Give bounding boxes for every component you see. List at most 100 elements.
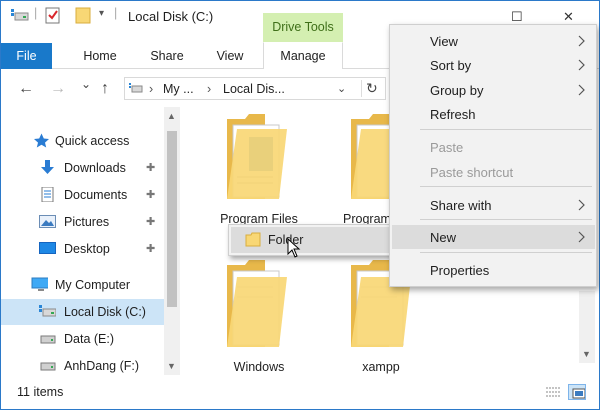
nav-label: Local Disk (C:) (64, 305, 146, 319)
refresh-icon[interactable]: ↻ (361, 80, 378, 97)
chevron-right-icon (578, 35, 585, 47)
menu-item-label: Refresh (430, 107, 476, 122)
local-disk-icon (39, 305, 56, 317)
chevron-right-icon (578, 84, 585, 96)
menu-item-label: New (430, 230, 457, 245)
nav-item-anhdang-f[interactable]: AnhDang (F:) (1, 353, 164, 379)
menu-item-paste-shortcut[interactable]: Paste shortcut (392, 160, 595, 184)
chevron-right-icon (578, 199, 585, 211)
scroll-up-icon[interactable]: ▲ (167, 111, 176, 121)
folder-item[interactable]: Windows (207, 257, 347, 377)
star-icon (34, 133, 49, 148)
scroll-down-icon[interactable]: ▼ (167, 361, 176, 371)
up-arrow-icon[interactable]: ↑ (101, 80, 109, 98)
nav-item-my-computer[interactable]: My Computer (1, 272, 164, 298)
nav-label: My Computer (55, 278, 131, 292)
documents-icon (41, 187, 54, 202)
qat-dropdown-icon[interactable]: ▾ (99, 8, 104, 19)
breadcrumb-my-computer[interactable]: My ... (163, 82, 194, 96)
nav-item-documents[interactable]: Documents ✚ (1, 182, 164, 208)
tab-manage[interactable]: Manage (263, 42, 343, 69)
computer-small-icon (129, 83, 143, 93)
context-menu: View Sort by Group by Refresh Paste Past… (389, 24, 597, 287)
pictures-icon (39, 215, 56, 228)
breadcrumb-local-disk[interactable]: Local Dis... (223, 82, 285, 96)
chevron-right-icon (578, 59, 585, 71)
tab-view[interactable]: View (207, 43, 253, 69)
new-folder-icon[interactable] (75, 6, 91, 24)
nav-item-data-e[interactable]: Data (E:) (1, 326, 164, 352)
downloads-icon (41, 160, 54, 174)
breadcrumb-separator: › (149, 82, 154, 96)
new-submenu: Folder (228, 224, 394, 256)
address-dropdown-icon[interactable]: ⌄ (337, 82, 346, 95)
chevron-right-icon (578, 231, 585, 243)
local-disk-icon (11, 9, 29, 21)
menu-item-label: Properties (430, 263, 490, 278)
folder-item[interactable]: Program Files (x (207, 109, 347, 242)
nav-item-downloads[interactable]: Downloads ✚ (1, 155, 164, 181)
menu-item-paste[interactable]: Paste (392, 135, 595, 159)
nav-label: Data (E:) (64, 332, 115, 346)
menu-item-view[interactable]: View (392, 29, 595, 53)
file-area-scrollbar[interactable]: ▼ (579, 291, 595, 363)
nav-label: Downloads (64, 161, 126, 175)
nav-label: Documents (64, 188, 128, 202)
menu-item-share-with[interactable]: Share with (392, 193, 595, 217)
menu-separator (420, 219, 592, 220)
details-view-icon[interactable] (544, 384, 562, 400)
folder-icon (245, 232, 261, 247)
large-icons-view-icon[interactable] (568, 384, 586, 400)
address-bar[interactable]: › My ... › Local Dis... ⌄ ↻ (124, 77, 386, 100)
folder-item[interactable]: Program (333, 109, 393, 229)
menu-item-label: Share with (430, 198, 492, 213)
pin-icon: ✚ (146, 189, 156, 201)
forward-arrow-icon[interactable]: → (50, 80, 66, 98)
scrollbar-thumb[interactable] (167, 131, 177, 307)
menu-item-label: Paste shortcut (430, 165, 514, 180)
breadcrumb-separator: › (207, 82, 212, 96)
menu-item-label: View (430, 34, 458, 49)
nav-item-desktop[interactable]: Desktop ✚ (1, 236, 164, 262)
nav-label: Desktop (64, 242, 110, 256)
scroll-down-icon[interactable]: ▼ (582, 349, 591, 359)
folder-icon (227, 114, 287, 199)
menu-item-label: Group by (430, 83, 484, 98)
pin-icon: ✚ (146, 216, 156, 228)
menu-item-properties[interactable]: Properties (392, 258, 595, 282)
folder-label: xampp (362, 360, 400, 374)
status-bar: 11 items (1, 377, 599, 409)
nav-label: Quick access (55, 134, 130, 148)
pin-icon: ✚ (146, 243, 156, 255)
menu-item-sort-by[interactable]: Sort by (392, 53, 595, 77)
desktop-icon (39, 242, 56, 254)
maximize-icon[interactable]: ☐ (511, 9, 523, 25)
mouse-pointer-icon (287, 238, 301, 258)
nav-item-local-disk[interactable]: Local Disk (C:) (1, 299, 164, 325)
drive-icon (40, 335, 56, 344)
tab-share[interactable]: Share (139, 43, 195, 69)
nav-label: AnhDang (F:) (64, 359, 140, 373)
menu-item-label: Sort by (430, 58, 472, 73)
folder-icon (227, 260, 287, 347)
recent-locations-icon[interactable]: ⌄ (81, 77, 91, 91)
back-arrow-icon[interactable]: ← (18, 80, 34, 98)
navigation-pane: Quick access Downloads ✚ Documents ✚ Pic… (1, 107, 181, 375)
close-icon[interactable]: ✕ (563, 9, 574, 25)
item-count: 11 items (17, 385, 64, 399)
menu-item-new-folder[interactable]: Folder (231, 227, 391, 253)
nav-item-quick-access[interactable]: Quick access (1, 128, 164, 154)
tab-file[interactable]: File (1, 43, 52, 69)
menu-item-group-by[interactable]: Group by (392, 78, 595, 102)
folder-icon (351, 114, 393, 199)
menu-item-refresh[interactable]: Refresh (392, 102, 595, 126)
properties-icon[interactable] (45, 7, 61, 24)
title-separator-1: | (34, 6, 38, 20)
nav-item-pictures[interactable]: Pictures ✚ (1, 209, 164, 235)
tab-home[interactable]: Home (73, 43, 127, 69)
menu-item-new[interactable]: New (392, 225, 595, 249)
navpane-scrollbar[interactable]: ▲ ▼ (164, 107, 180, 375)
drive-tools-context-tab: Drive Tools (263, 13, 343, 43)
menu-separator (420, 252, 592, 253)
pin-icon: ✚ (146, 162, 156, 174)
